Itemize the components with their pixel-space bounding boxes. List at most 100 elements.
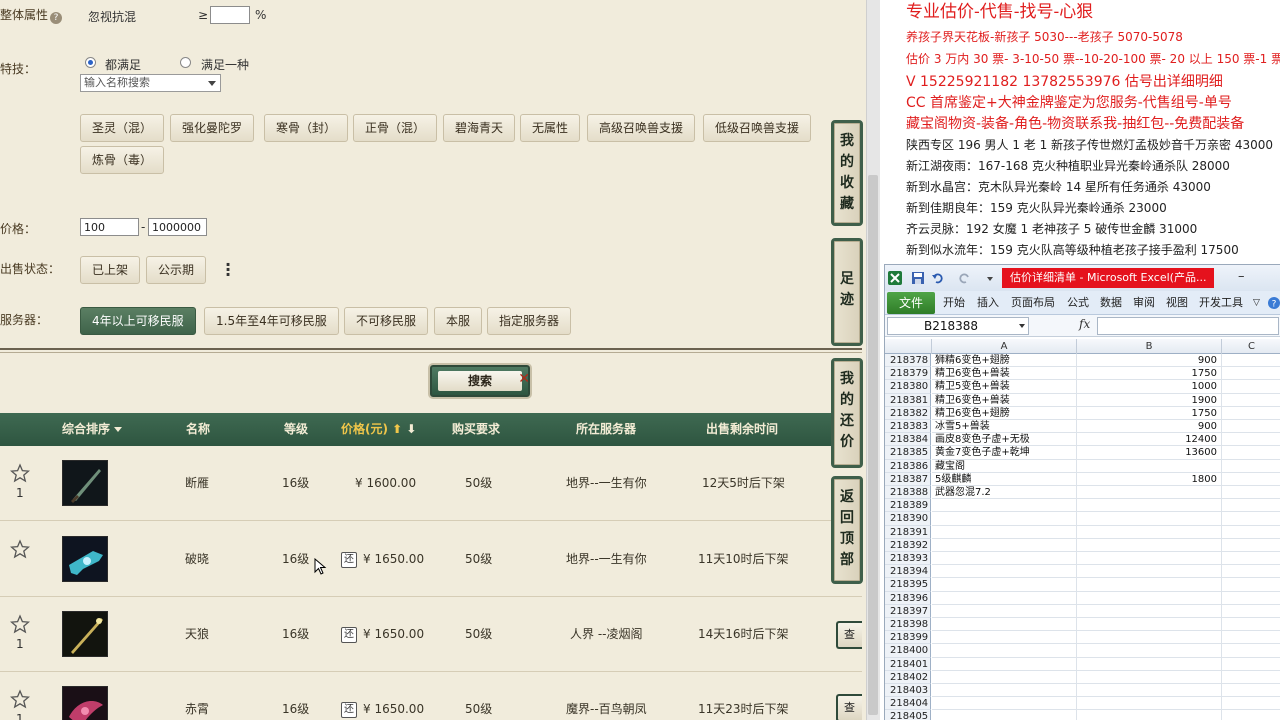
item-thumbnail[interactable] bbox=[62, 460, 108, 506]
cell-a[interactable] bbox=[932, 631, 1077, 645]
cell-b[interactable]: 1750 bbox=[1077, 367, 1222, 381]
cell-b[interactable]: 13600 bbox=[1077, 446, 1222, 460]
cell-a[interactable] bbox=[932, 684, 1077, 698]
row-number[interactable]: 218384 bbox=[885, 433, 931, 447]
row-number[interactable]: 218394 bbox=[885, 565, 931, 579]
skill-tag-button[interactable]: 低级召唤兽支援 bbox=[703, 114, 812, 142]
tab-page-layout[interactable]: 页面布局 bbox=[1011, 291, 1055, 315]
price-min-input[interactable] bbox=[80, 218, 139, 236]
cell-b[interactable] bbox=[1077, 459, 1222, 473]
cell-c[interactable] bbox=[1222, 644, 1280, 658]
cell-c[interactable] bbox=[1222, 486, 1280, 500]
cell-a[interactable] bbox=[932, 512, 1077, 526]
item-name[interactable]: 破晓 bbox=[185, 522, 209, 597]
cell-a[interactable] bbox=[932, 710, 1077, 720]
cell-a[interactable]: 5级麒麟 bbox=[932, 472, 1077, 486]
cell-b[interactable] bbox=[1077, 552, 1222, 566]
tab-formulas[interactable]: 公式 bbox=[1067, 291, 1089, 315]
server-option-button[interactable]: 4年以上可移民服 bbox=[80, 307, 196, 335]
bargain-badge[interactable]: 还 bbox=[341, 702, 357, 718]
cell-b[interactable] bbox=[1077, 697, 1222, 711]
cell-c[interactable] bbox=[1222, 710, 1280, 720]
row-number[interactable]: 218397 bbox=[885, 604, 931, 618]
server-option-button[interactable]: 不可移民服 bbox=[344, 307, 429, 335]
row-number[interactable]: 218396 bbox=[885, 591, 931, 605]
tab-developer[interactable]: 开发工具 bbox=[1199, 291, 1243, 315]
cell-c[interactable] bbox=[1222, 552, 1280, 566]
cell-c[interactable] bbox=[1222, 420, 1280, 434]
cell-a[interactable] bbox=[932, 657, 1077, 671]
table-row[interactable]: 1 断雁 16级 ¥ 1600.00 50级 地界--一生有你 12天5时后下架 bbox=[0, 446, 862, 521]
cell-c[interactable] bbox=[1222, 565, 1280, 579]
cell-c[interactable] bbox=[1222, 578, 1280, 592]
cell-c[interactable] bbox=[1222, 631, 1280, 645]
cell-b[interactable] bbox=[1077, 684, 1222, 698]
cell-b[interactable] bbox=[1077, 512, 1222, 526]
status-listed-button[interactable]: 已上架 bbox=[80, 256, 141, 284]
cell-a[interactable]: 黄金7变色子虚+乾坤 bbox=[932, 446, 1077, 460]
row-number[interactable]: 218383 bbox=[885, 420, 931, 434]
cell-a[interactable] bbox=[932, 604, 1077, 618]
cell-a[interactable] bbox=[932, 644, 1077, 658]
cell-c[interactable] bbox=[1222, 380, 1280, 394]
sort-up-icon[interactable]: ⬆ bbox=[392, 422, 402, 436]
row-number[interactable]: 218388 bbox=[885, 486, 931, 500]
row-number[interactable]: 218404 bbox=[885, 697, 931, 711]
cell-a[interactable] bbox=[932, 525, 1077, 539]
cell-c[interactable] bbox=[1222, 512, 1280, 526]
item-thumbnail[interactable] bbox=[62, 611, 108, 657]
cell-a[interactable]: 狮精6变色+翅膀 bbox=[932, 354, 1077, 368]
cell-c[interactable] bbox=[1222, 605, 1280, 618]
item-thumbnail[interactable] bbox=[62, 536, 108, 582]
view-item-button[interactable]: 查 bbox=[836, 621, 862, 649]
cell-a[interactable] bbox=[932, 697, 1077, 711]
cell-b[interactable] bbox=[1077, 591, 1222, 605]
table-row[interactable]: 1 天狼 16级 还 ¥ 1650.00 50级 人界 --凌烟阁 14天16时后… bbox=[0, 597, 862, 672]
column-header-b[interactable]: B bbox=[1077, 339, 1222, 354]
cell-a[interactable] bbox=[932, 538, 1077, 552]
item-name[interactable]: 断雁 bbox=[185, 446, 209, 521]
cell-c[interactable] bbox=[1222, 539, 1280, 552]
view-item-button[interactable]: 查 bbox=[836, 694, 862, 720]
skill-tag-button[interactable]: 高级召唤兽支援 bbox=[587, 114, 696, 142]
row-number[interactable]: 218393 bbox=[885, 552, 931, 566]
skill-tag-button[interactable]: 圣灵（混） bbox=[80, 114, 165, 142]
tab-home[interactable]: 开始 bbox=[943, 291, 965, 315]
cell-a[interactable]: 冰雪5+兽装 bbox=[932, 420, 1077, 434]
cell-b[interactable]: 1000 bbox=[1077, 380, 1222, 394]
skill-tag-button[interactable]: 碧海青天 bbox=[443, 114, 516, 142]
tab-file[interactable]: 文件 bbox=[887, 292, 935, 314]
cell-c[interactable] bbox=[1222, 407, 1280, 420]
cell-c[interactable] bbox=[1222, 526, 1280, 539]
cell-b[interactable]: 900 bbox=[1077, 354, 1222, 368]
row-number[interactable]: 218381 bbox=[885, 393, 931, 407]
cell-b[interactable] bbox=[1077, 499, 1222, 513]
skill-all-radio[interactable] bbox=[85, 57, 96, 68]
cell-b[interactable] bbox=[1077, 565, 1222, 579]
star-icon[interactable] bbox=[10, 614, 30, 634]
row-number[interactable]: 218398 bbox=[885, 618, 931, 632]
help-icon[interactable]: ? bbox=[50, 12, 63, 24]
cell-b[interactable] bbox=[1077, 538, 1222, 552]
tab-data[interactable]: 数据 bbox=[1100, 291, 1122, 315]
skill-one-radio[interactable] bbox=[180, 57, 191, 68]
price-max-input[interactable] bbox=[148, 218, 207, 236]
row-number[interactable]: 218395 bbox=[885, 578, 931, 592]
redo-icon[interactable] bbox=[957, 271, 971, 285]
skill-search-select[interactable]: 输入名称搜索 bbox=[80, 74, 221, 92]
cell-c[interactable] bbox=[1222, 394, 1280, 407]
cell-b[interactable] bbox=[1077, 578, 1222, 592]
cell-b[interactable] bbox=[1077, 644, 1222, 658]
item-name[interactable]: 天狼 bbox=[185, 597, 209, 672]
cell-a[interactable]: 精卫5变色+兽装 bbox=[932, 380, 1077, 394]
skill-tag-button[interactable]: 寒骨（封） bbox=[264, 114, 349, 142]
select-all-corner[interactable] bbox=[885, 339, 932, 354]
row-number[interactable]: 218385 bbox=[885, 446, 931, 460]
server-option-button[interactable]: 本服 bbox=[434, 307, 483, 335]
status-public-button[interactable]: 公示期 bbox=[146, 256, 207, 284]
row-number[interactable]: 218387 bbox=[885, 472, 931, 486]
cell-b[interactable] bbox=[1077, 604, 1222, 618]
ribbon-collapse-icon[interactable]: ▽ bbox=[1253, 291, 1260, 315]
skill-tag-button[interactable]: 炼骨（毒） bbox=[80, 146, 165, 174]
cell-a[interactable]: 藏宝阁 bbox=[932, 459, 1077, 473]
